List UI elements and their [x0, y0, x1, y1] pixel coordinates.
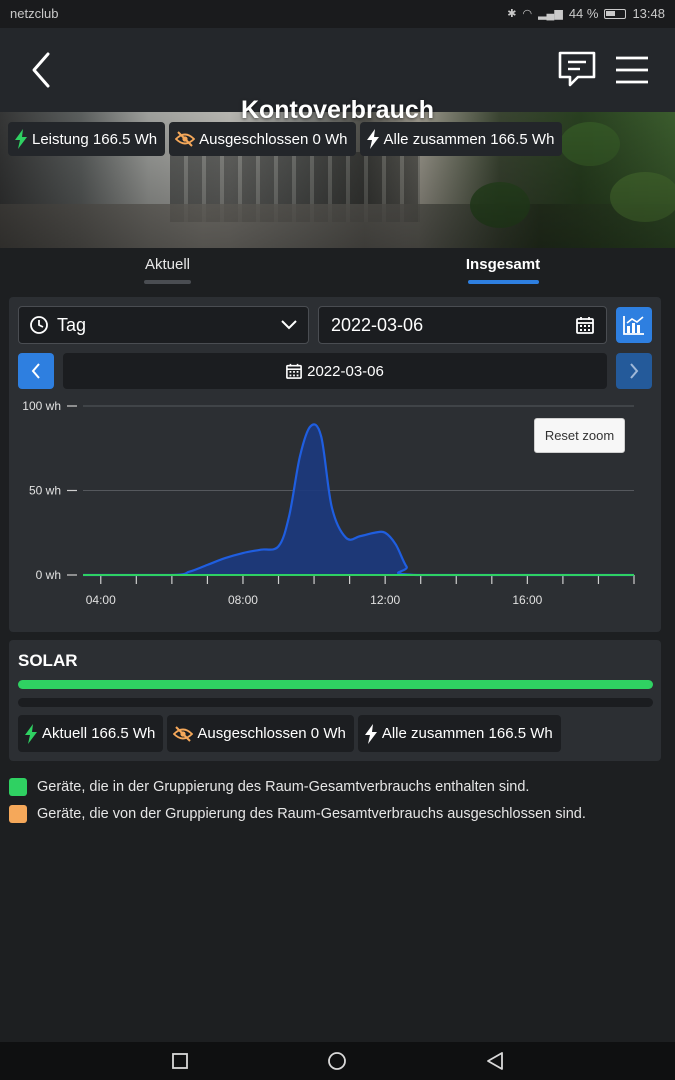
excluded-pill: Ausgeschlossen 0 Wh	[169, 122, 356, 156]
hamburger-menu-icon	[616, 56, 648, 84]
solar-card: SOLAR Aktuell 166.5 Wh Ausgeschlossen 0 …	[9, 640, 661, 761]
solar-excluded-pill: Ausgeschlossen 0 Wh	[167, 715, 354, 752]
power-pill-text: Leistung 166.5 Wh	[32, 130, 158, 148]
battery-percent: 44 %	[568, 6, 599, 21]
bolt-icon	[15, 129, 27, 149]
status-icons: ✱ ◠ ▂▄▆ 44 % 13:48	[507, 6, 665, 21]
calendar-icon	[286, 363, 303, 379]
bolt-icon	[364, 723, 377, 744]
solar-current-text: Aktuell 166.5 Wh	[42, 725, 156, 742]
eye-slash-icon	[175, 131, 196, 147]
legend-swatch-excluded	[9, 804, 27, 823]
battery-icon	[604, 8, 627, 19]
y-tick-label: 50 wh	[29, 484, 61, 498]
tab-aktuell[interactable]: Aktuell	[140, 256, 195, 284]
reset-zoom-button[interactable]: Reset zoom	[534, 418, 625, 453]
excluded-pill-text: Ausgeschlossen 0 Wh	[199, 130, 348, 148]
page-title: Kontoverbrauch	[240, 96, 435, 124]
legend-item-included: Geräte, die in der Gruppierung des Raum-…	[9, 773, 586, 800]
messages-button[interactable]	[556, 50, 598, 90]
calendar-icon	[576, 317, 594, 334]
recents-square-icon[interactable]	[171, 1051, 189, 1071]
solar-summary-pills: Aktuell 166.5 Wh Ausgeschlossen 0 Wh All…	[18, 715, 561, 752]
legend-item-excluded: Geräte, die von der Gruppierung des Raum…	[9, 800, 586, 827]
period-select-value: Tag	[57, 314, 87, 335]
next-day-button[interactable]	[616, 353, 652, 389]
system-nav-bar	[0, 1042, 675, 1080]
total-pill: Alle zusammen 166.5 Wh	[359, 122, 563, 156]
chart-view-button[interactable]	[616, 307, 652, 343]
wifi-icon: ◠	[522, 8, 533, 20]
power-pill: Leistung 166.5 Wh	[8, 122, 166, 156]
back-triangle-icon[interactable]	[485, 1051, 505, 1071]
solar-excluded-bar	[18, 698, 653, 707]
period-select[interactable]: Tag	[18, 306, 309, 344]
tab-insgesamt-label: Insgesamt	[465, 256, 541, 273]
menu-button[interactable]	[612, 54, 652, 88]
chevron-right-icon	[630, 363, 639, 379]
tab-insgesamt-indicator	[467, 280, 539, 284]
tab-aktuell-indicator	[144, 280, 191, 284]
carrier-name: netzclub	[10, 6, 59, 21]
bolt-icon	[25, 723, 37, 744]
y-tick-label: 0 wh	[36, 568, 61, 582]
current-date-text: 2022-03-06	[307, 362, 384, 380]
bolt-icon	[366, 129, 379, 149]
tab-bar: Aktuell Insgesamt	[0, 248, 675, 294]
home-circle-icon[interactable]	[327, 1051, 347, 1071]
date-input[interactable]: 2022-03-06	[318, 306, 607, 344]
x-tick-label: 12:00	[370, 593, 400, 607]
back-button[interactable]	[26, 48, 60, 92]
consumption-chart-card: Tag 2022-03-06 2022-03-06 100 wh 50 wh 0 w…	[9, 297, 661, 632]
clock-icon	[30, 316, 48, 334]
clock: 13:48	[632, 6, 665, 21]
message-icon	[558, 51, 596, 87]
hero-summary-pills: Leistung 166.5 Wh Ausgeschlossen 0 Wh Al…	[8, 122, 563, 156]
date-input-value: 2022-03-06	[331, 314, 424, 335]
total-pill-text: Alle zusammen 166.5 Wh	[383, 130, 555, 148]
solar-excluded-text: Ausgeschlossen 0 Wh	[197, 725, 346, 742]
status-bar: netzclub ✱ ◠ ▂▄▆ 44 % 13:48	[0, 0, 675, 28]
solar-total-pill: Alle zusammen 166.5 Wh	[357, 715, 561, 752]
tab-aktuell-label: Aktuell	[144, 256, 191, 273]
legend-swatch-included	[9, 777, 27, 796]
solar-title: SOLAR	[18, 651, 78, 670]
y-tick-label: 100 wh	[22, 399, 61, 413]
solar-included-bar	[18, 680, 653, 689]
eye-slash-icon	[173, 725, 194, 742]
current-date-display: 2022-03-06	[63, 353, 607, 389]
bluetooth-icon: ✱	[507, 8, 517, 20]
tab-insgesamt[interactable]: Insgesamt	[463, 256, 543, 284]
legend-text-excluded: Geräte, die von der Gruppierung des Raum…	[37, 805, 586, 822]
solar-current-pill: Aktuell 166.5 Wh	[18, 715, 164, 752]
legend-text-included: Geräte, die in der Gruppierung des Raum-…	[37, 778, 530, 795]
chevron-down-icon	[281, 320, 297, 330]
device-legend: Geräte, die in der Gruppierung des Raum-…	[9, 773, 586, 827]
chevron-left-icon	[31, 363, 40, 379]
x-tick-label: 04:00	[86, 593, 116, 607]
solar-total-text: Alle zusammen 166.5 Wh	[381, 725, 553, 742]
chart-area-icon	[623, 316, 644, 335]
chevron-left-icon	[32, 52, 50, 88]
signal-icon: ▂▄▆	[538, 8, 563, 20]
previous-day-button[interactable]	[18, 353, 54, 389]
x-tick-label: 16:00	[512, 593, 542, 607]
x-tick-label: 08:00	[228, 593, 258, 607]
